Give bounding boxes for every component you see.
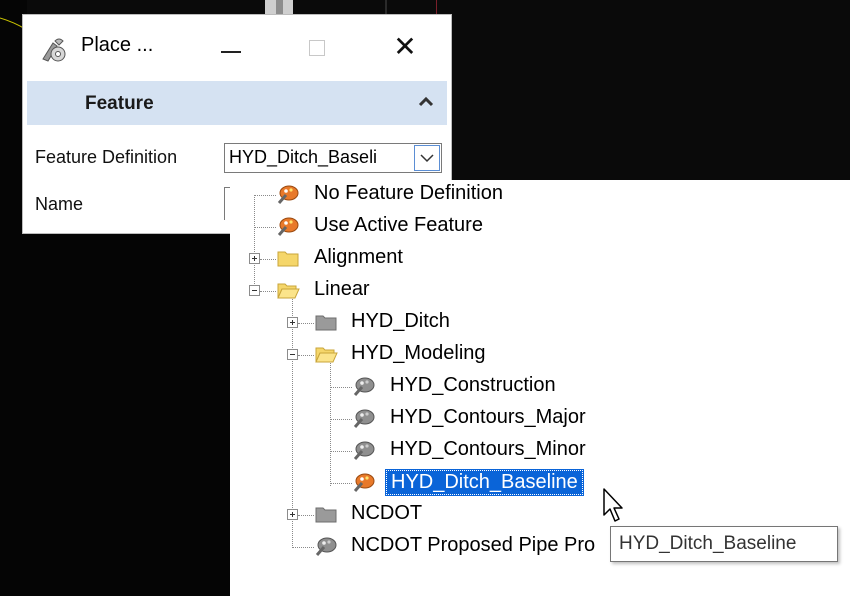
tree-item-label: HYD_Contours_Minor bbox=[390, 438, 586, 460]
tree-item-linear[interactable]: Linear bbox=[230, 276, 530, 306]
tree-item-label: NCDOT bbox=[351, 502, 423, 524]
tree-connector bbox=[254, 227, 276, 228]
folder-gray-icon bbox=[315, 315, 337, 331]
tree-item-label: HYD_Contours_Major bbox=[390, 406, 586, 428]
chevron-down-icon bbox=[420, 154, 434, 163]
tree-item-hyd-ditch[interactable]: HYD_Ditch bbox=[230, 308, 530, 338]
tooltip-text: HYD_Ditch_Baseline bbox=[619, 533, 797, 554]
feature-definition-value: HYD_Ditch_Baseli bbox=[229, 147, 378, 167]
tree-connector bbox=[330, 387, 352, 388]
tree-connector bbox=[330, 419, 352, 420]
dialog-title: Place ... bbox=[81, 34, 154, 56]
tree-item-label: No Feature Definition bbox=[314, 182, 503, 204]
viewport-background-right bbox=[452, 0, 850, 180]
dropdown-button[interactable] bbox=[414, 145, 440, 171]
feature-definition-gray-icon bbox=[315, 537, 337, 556]
tree-item-label: NCDOT Proposed Pipe Pro bbox=[351, 534, 596, 556]
chevron-up-icon[interactable] bbox=[417, 93, 435, 111]
tree-item-ncdot-proposed-pipe[interactable]: NCDOT Proposed Pipe Pro bbox=[230, 532, 610, 562]
tree-item-ncdot[interactable]: NCDOT bbox=[230, 500, 530, 530]
tree-item-label: Alignment bbox=[314, 246, 403, 268]
feature-section-header[interactable]: Feature bbox=[27, 81, 447, 125]
viewport-background-top bbox=[27, 0, 452, 14]
tree-item-hyd-modeling[interactable]: HYD_Modeling bbox=[230, 340, 530, 370]
maximize-button[interactable] bbox=[295, 31, 339, 65]
feature-definition-combobox[interactable]: HYD_Ditch_Baseli bbox=[224, 143, 442, 173]
tree-item-label: HYD_Construction bbox=[390, 374, 556, 396]
tree-connector bbox=[260, 259, 276, 260]
collapse-button[interactable] bbox=[287, 349, 298, 360]
tree-connector bbox=[254, 195, 276, 196]
collapse-button[interactable] bbox=[249, 285, 260, 296]
tree-item-hyd-contours-minor[interactable]: HYD_Contours_Minor bbox=[230, 436, 600, 466]
dialog-titlebar[interactable]: Place ... ✕ bbox=[23, 15, 451, 81]
name-label: Name bbox=[35, 194, 84, 214]
folder-open-icon bbox=[277, 283, 300, 299]
tree-item-alignment[interactable]: Alignment bbox=[230, 244, 530, 274]
tree-connector bbox=[330, 451, 352, 452]
viewport-background-lower bbox=[0, 230, 232, 596]
feature-definition-label: Feature Definition bbox=[35, 147, 178, 167]
tree-item-use-active-feature[interactable]: Use Active Feature bbox=[230, 212, 530, 242]
tooltip: HYD_Ditch_Baseline bbox=[610, 526, 838, 562]
folder-icon bbox=[277, 251, 299, 267]
feature-tool-icon bbox=[42, 38, 66, 62]
feature-definition-gray-icon bbox=[353, 377, 375, 396]
expand-button[interactable] bbox=[287, 317, 298, 328]
expand-button[interactable] bbox=[287, 509, 298, 520]
tree-connector bbox=[330, 483, 352, 484]
tree-item-hyd-contours-major[interactable]: HYD_Contours_Major bbox=[230, 404, 600, 434]
minimize-button[interactable] bbox=[209, 31, 253, 65]
tree-item-label: Linear bbox=[314, 278, 370, 300]
tree-item-hyd-ditch-baseline[interactable]: HYD_Ditch_Baseline bbox=[230, 468, 600, 498]
tree-item-label: HYD_Ditch bbox=[351, 310, 450, 332]
feature-definition-gray-icon bbox=[353, 441, 375, 460]
tree-connector bbox=[298, 355, 314, 356]
tree-item-hyd-construction[interactable]: HYD_Construction bbox=[230, 372, 570, 402]
expand-button[interactable] bbox=[249, 253, 260, 264]
folder-gray-icon bbox=[315, 507, 337, 523]
close-icon: ✕ bbox=[393, 31, 417, 62]
tree-connector bbox=[298, 515, 314, 516]
tree-item-no-feature-definition[interactable]: No Feature Definition bbox=[230, 180, 530, 210]
tree-item-label: HYD_Modeling bbox=[351, 342, 486, 364]
view-divider bbox=[385, 0, 387, 14]
close-button[interactable]: ✕ bbox=[383, 29, 427, 65]
tree-connector bbox=[298, 323, 314, 324]
tree-item-label: Use Active Feature bbox=[314, 214, 483, 236]
tree-item-label-selected: HYD_Ditch_Baseline bbox=[385, 469, 584, 496]
tree-connector bbox=[260, 291, 276, 292]
feature-definition-gray-icon bbox=[353, 409, 375, 428]
mouse-cursor-icon bbox=[603, 488, 623, 522]
folder-open-icon bbox=[315, 347, 338, 363]
tree-connector bbox=[292, 547, 314, 548]
viewport-scrollbar-thumb[interactable] bbox=[276, 0, 283, 14]
section-title: Feature bbox=[85, 93, 154, 114]
feature-definition-icon bbox=[353, 473, 375, 492]
feature-definition-icon bbox=[277, 185, 299, 204]
feature-definition-icon bbox=[277, 217, 299, 236]
